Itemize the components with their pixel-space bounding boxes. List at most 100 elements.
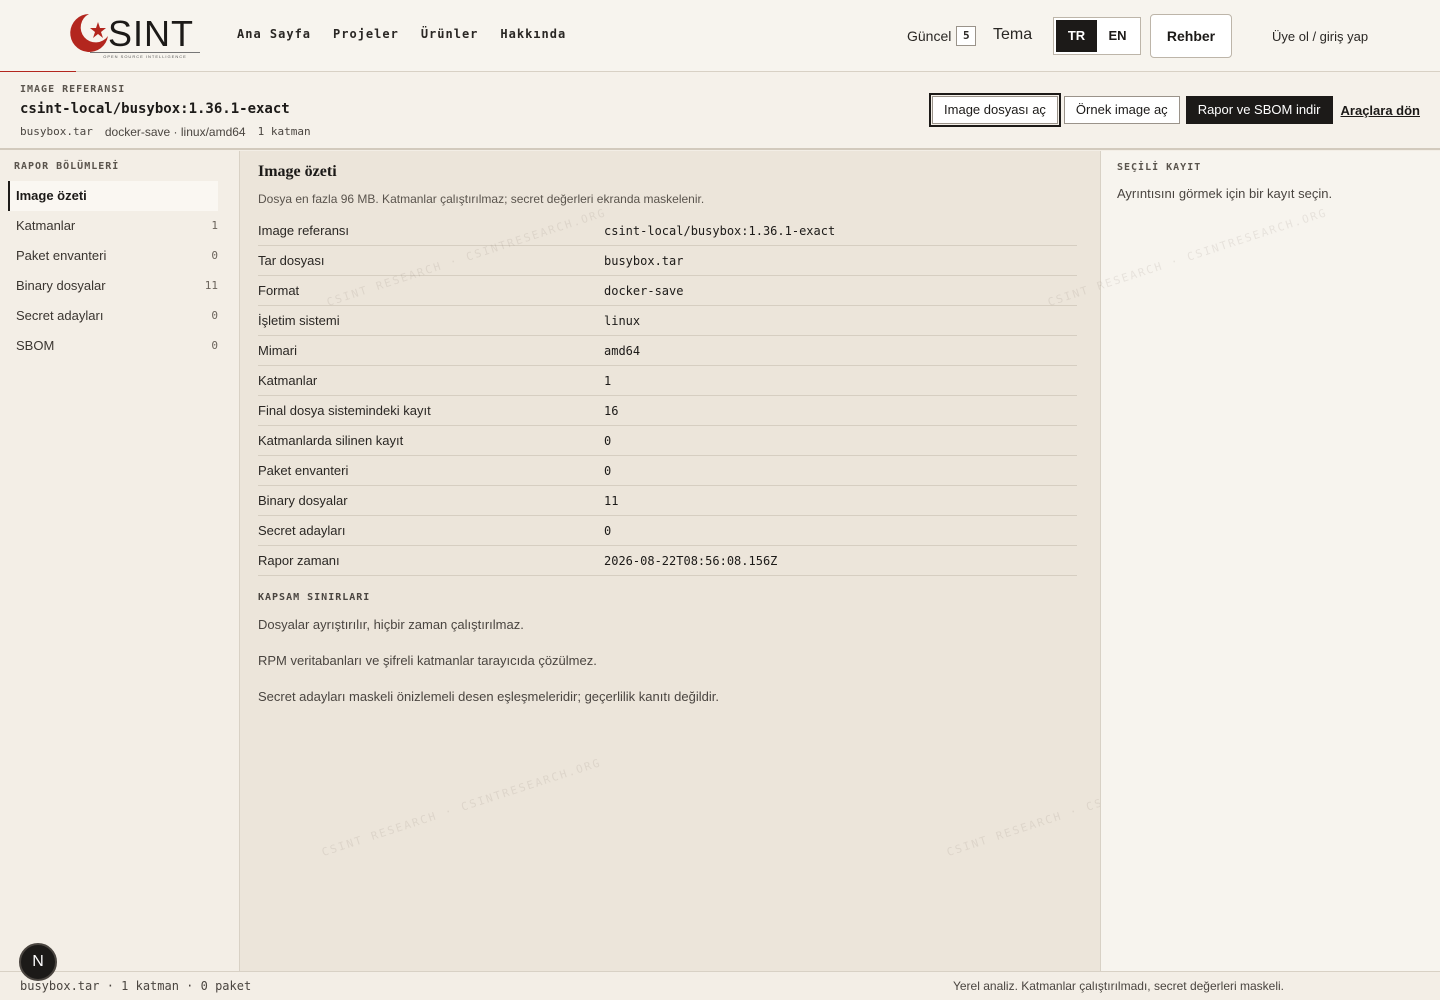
row-value: amd64 (604, 344, 641, 358)
sidebar-title: RAPOR BÖLÜMLERİ (14, 161, 120, 172)
watermark: CSINT RESEARCH · CSINTRESEARCH.ORG (320, 756, 604, 859)
table-row[interactable]: Katmanlar 1 (258, 366, 1077, 396)
lang-en-button[interactable]: EN (1097, 20, 1138, 52)
sidebar-item-count: 11 (204, 279, 218, 292)
sidebar-item-label: Binary dosyalar (16, 278, 106, 293)
image-summary-panel: Image özeti Dosya en fazla 96 MB. Katman… (240, 151, 1228, 971)
sidebar-item-image-summary[interactable]: Image özeti (8, 181, 218, 211)
image-reference-meta: busybox.tar docker-save · linux/amd64 1 … (20, 125, 311, 139)
scope-item: Secret adayları maskeli önizlemeli desen… (258, 689, 719, 704)
framework-dev-badge-icon[interactable]: N (19, 943, 57, 981)
lang-tr-button[interactable]: TR (1056, 20, 1097, 52)
row-value: 0 (604, 464, 612, 478)
row-value: 1 (604, 374, 612, 388)
row-key: Katmanlarda silinen kayıt (258, 433, 404, 448)
row-value: 0 (604, 524, 612, 538)
nav-link-home[interactable]: Ana Sayfa (237, 27, 311, 41)
table-row[interactable]: Rapor zamanı 2026-08-22T08:56:08.156Z (258, 546, 1077, 576)
selected-record-title: SEÇİLİ KAYIT (1117, 162, 1202, 173)
crescent-star-logo-icon (70, 14, 108, 52)
sidebar-item-label: Image özeti (16, 188, 87, 203)
sidebar-item-package-inventory[interactable]: Paket envanteri 0 (8, 241, 218, 271)
status-summary: busybox.tar · 1 katman · 0 paket (20, 979, 252, 993)
scope-limits-list: Dosyalar ayrıştırılır, hiçbir zaman çalı… (258, 617, 719, 725)
row-key: Tar dosyası (258, 253, 325, 268)
sidebar-list: Image özeti Katmanlar 1 Paket envanteri … (8, 181, 218, 361)
row-value: docker-save (604, 284, 684, 298)
open-image-file-button[interactable]: Image dosyası aç (929, 93, 1061, 127)
guide-button[interactable]: Rehber (1150, 14, 1232, 58)
table-row[interactable]: Tar dosyası busybox.tar (258, 246, 1077, 276)
sidebar-item-label: Paket envanteri (16, 248, 107, 263)
image-actions: Image dosyası aç Örnek image aç Rapor ve… (929, 93, 1420, 127)
logo-wordmark: SINT (108, 13, 195, 54)
row-key: Image referansı (258, 223, 350, 238)
image-reference-bar: IMAGE REFERANSI csint-local/busybox:1.36… (0, 72, 1440, 150)
table-row[interactable]: Secret adayları 0 (258, 516, 1077, 546)
sidebar-item-secret-candidates[interactable]: Secret adayları 0 (8, 301, 218, 331)
updates-count-badge: 5 (956, 26, 977, 46)
image-layer-count: 1 katman (257, 125, 311, 138)
row-key: İşletim sistemi (258, 313, 340, 328)
sidebar-item-count: 0 (211, 249, 218, 262)
row-key: Final dosya sistemindeki kayıt (258, 403, 431, 418)
sidebar-item-label: Katmanlar (16, 218, 76, 233)
table-row[interactable]: Paket envanteri 0 (258, 456, 1077, 486)
table-row[interactable]: İşletim sistemi linux (258, 306, 1077, 336)
row-value: busybox.tar (604, 254, 684, 268)
scope-item: RPM veritabanları ve şifreli katmanlar t… (258, 653, 597, 668)
updates-label: Güncel (907, 28, 952, 44)
scope-item: Dosyalar ayrıştırılır, hiçbir zaman çalı… (258, 617, 524, 632)
page-title: Image özeti (258, 163, 337, 180)
row-key: Mimari (258, 343, 297, 358)
table-row[interactable]: Format docker-save (258, 276, 1077, 306)
image-format-arch: docker-save · linux/amd64 (104, 125, 246, 139)
csint-logo[interactable]: SINT OPEN SOURCE INTELLIGENCE (68, 12, 200, 59)
image-file-name: busybox.tar (20, 125, 93, 138)
row-value: 2026-08-22T08:56:08.156Z (604, 554, 778, 568)
image-reference-title: csint-local/busybox:1.36.1-exact (20, 101, 290, 117)
table-row[interactable]: Final dosya sistemindeki kayıt 16 (258, 396, 1077, 426)
signup-login-link[interactable]: Üye ol / giriş yap (1272, 29, 1368, 44)
row-key: Katmanlar (258, 373, 318, 388)
sidebar-item-binary-files[interactable]: Binary dosyalar 11 (8, 271, 218, 301)
row-key: Secret adayları (258, 523, 346, 538)
top-navigation-bar: SINT OPEN SOURCE INTELLIGENCE Ana Sayfa … (0, 0, 1440, 72)
table-row[interactable]: Image referansı csint-local/busybox:1.36.… (258, 216, 1077, 246)
nav-link-projects[interactable]: Projeler (333, 27, 399, 41)
selected-record-empty-text: Ayrıntısını görmek için bir kayıt seçin. (1117, 186, 1333, 201)
row-key: Paket envanteri (258, 463, 349, 478)
row-key: Binary dosyalar (258, 493, 348, 508)
row-value: 16 (604, 404, 619, 418)
nav-link-about[interactable]: Hakkında (500, 27, 566, 41)
status-bar: busybox.tar · 1 katman · 0 paket Yerel a… (0, 971, 1440, 1000)
row-value: 11 (604, 494, 619, 508)
table-row[interactable]: Katmanlarda silinen kayıt 0 (258, 426, 1077, 456)
download-report-sbom-button[interactable]: Rapor ve SBOM indir (1185, 96, 1333, 124)
back-to-tools-link[interactable]: Araçlara dön (1341, 103, 1420, 118)
row-value: 0 (604, 434, 612, 448)
sidebar-item-label: Secret adayları (16, 308, 104, 323)
row-value: csint-local/busybox:1.36.1-exact (604, 224, 836, 238)
sidebar-item-sbom[interactable]: SBOM 0 (8, 331, 218, 361)
summary-note: Dosya en fazla 96 MB. Katmanlar çalıştır… (258, 192, 705, 206)
logo-subtitle: OPEN SOURCE INTELLIGENCE (90, 52, 200, 59)
updates-indicator[interactable]: Güncel 5 (907, 26, 977, 46)
sidebar-item-count: 0 (211, 309, 218, 322)
row-key: Format (258, 283, 300, 298)
row-value: linux (604, 314, 641, 328)
status-note: Yerel analiz. Katmanlar çalıştırılmadı, … (952, 979, 1284, 993)
open-sample-image-button[interactable]: Örnek image aç (1063, 96, 1180, 124)
report-sections-sidebar: RAPOR BÖLÜMLERİ Image özeti Katmanlar 1 … (0, 151, 240, 971)
theme-toggle[interactable]: Tema (993, 26, 1032, 44)
sidebar-item-count: 1 (211, 219, 218, 232)
language-switcher: TR EN (1053, 17, 1141, 55)
table-row[interactable]: Mimari amd64 (258, 336, 1077, 366)
row-key: Rapor zamanı (258, 553, 340, 568)
scope-limits-title: KAPSAM SINIRLARI (258, 592, 371, 603)
sidebar-item-layers[interactable]: Katmanlar 1 (8, 211, 218, 241)
nav-link-products[interactable]: Ürünler (421, 27, 479, 41)
table-row[interactable]: Binary dosyalar 11 (258, 486, 1077, 516)
sidebar-item-count: 0 (211, 339, 218, 352)
sidebar-item-label: SBOM (16, 338, 55, 353)
